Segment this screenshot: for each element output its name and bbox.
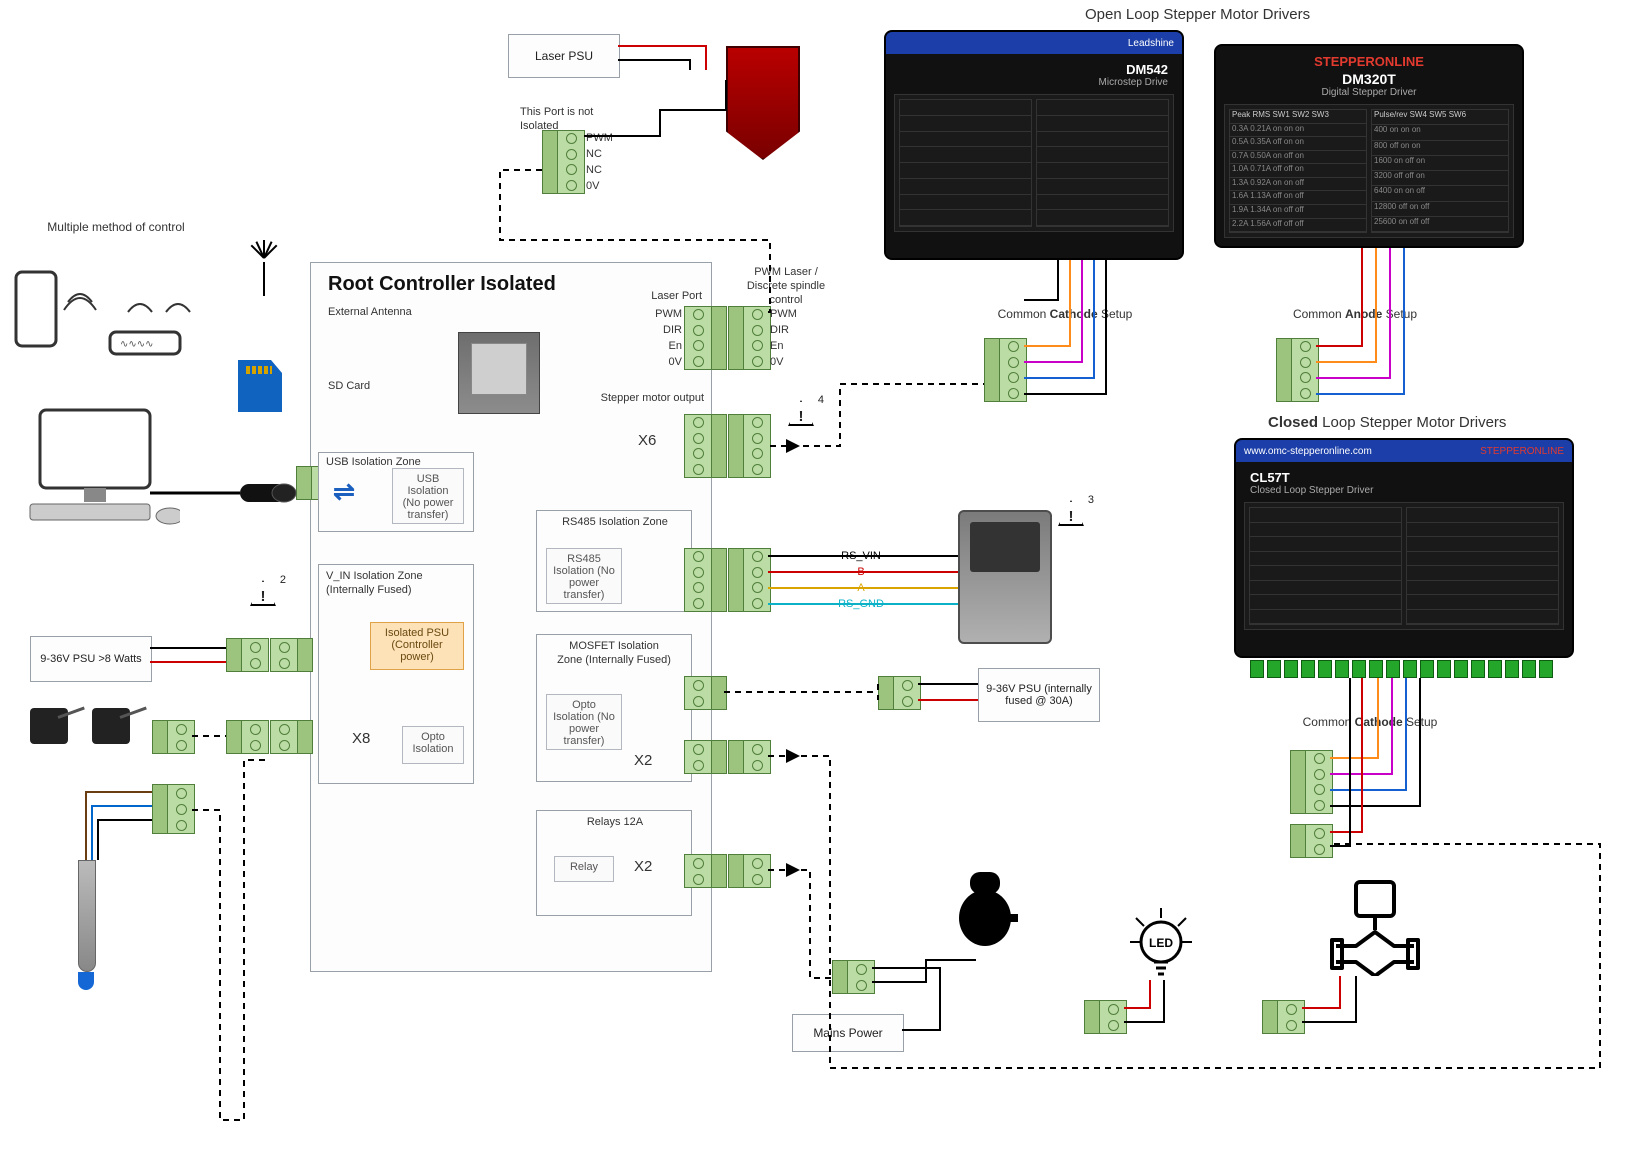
relay-box: Relay — [554, 856, 614, 882]
inputs-mult: X8 — [352, 730, 370, 749]
anode-label: Common Anode Setup — [1265, 307, 1445, 322]
usb-cable-icon — [150, 480, 310, 510]
multi-control-label: Multiple method of control — [46, 220, 186, 235]
laser-side-conn — [728, 306, 771, 370]
pump-icon — [950, 868, 1020, 952]
laser-ctrl-pins-left: PWMDIREn0V — [616, 306, 682, 370]
warn-4: 4 — [788, 400, 814, 426]
stepper-mult: X6 — [638, 432, 656, 451]
phone-router-icon: ∿∿∿∿ — [10, 262, 210, 382]
rs485-title: RS485 Isolation Zone — [560, 516, 670, 530]
vin-opto-box: Opto Isolation — [402, 726, 464, 764]
warn-2: 2 — [250, 580, 276, 606]
closed-loop-heading: Closed Loop Stepper Motor Drivers — [1268, 414, 1506, 433]
mains-box: Mains Power — [792, 1014, 904, 1052]
computer-icon — [20, 400, 180, 540]
laser-port-right-conn — [684, 306, 727, 370]
relay-load1-conn — [832, 960, 875, 994]
ctrl-psu-box: 9-36V PSU >8 Watts — [30, 636, 152, 682]
mosfet-psu-conn — [878, 676, 921, 710]
cathode-label-2: Common Cathode Setup — [1280, 715, 1460, 730]
rs485-ctrl-conn — [684, 548, 727, 612]
open-loop-heading: Open Loop Stepper Motor Drivers — [1085, 6, 1310, 25]
warn-3: 3 — [1058, 500, 1084, 526]
relay-ext-conn — [728, 854, 771, 888]
laser-port-pins: PWMNCNC0V — [586, 130, 613, 194]
limit-switch-1-icon — [30, 708, 68, 744]
laser-port-label: Laser Port — [632, 290, 702, 304]
antenna-icon — [244, 236, 284, 296]
stepper-out-label: Stepper motor output — [600, 392, 704, 406]
svg-text:∿∿∿∿: ∿∿∿∿ — [120, 339, 154, 350]
usb-iso-box: USB Isolation (No power transfer) — [392, 468, 464, 524]
relay-load-led-conn — [1084, 1000, 1127, 1034]
relay-ctrl-conn — [684, 854, 727, 888]
input-ctrl-conn — [270, 720, 313, 754]
dm320t-sig-conn — [1276, 338, 1319, 402]
mosfet-out-ext-conn — [728, 740, 771, 774]
prox-ext-conn — [152, 784, 195, 834]
stepper-ext-conn — [728, 414, 771, 478]
laser-module-icon — [726, 46, 800, 160]
mosfet-mult: X2 — [634, 752, 652, 771]
laser-psu-box: Laser PSU — [508, 34, 620, 78]
rs485-pins: RS_VINBARS_GND — [776, 548, 946, 612]
dm542-driver: Leadshine DM542 Microstep Drive — [884, 30, 1184, 260]
cl57t-terminals — [1250, 660, 1553, 678]
relay-mult: X2 — [634, 858, 652, 877]
valve-icon — [1330, 876, 1420, 976]
mosfet-vin-ctrl-conn — [684, 676, 727, 710]
vfd-icon — [958, 510, 1052, 644]
cl57t-sig-conn — [1290, 750, 1333, 814]
rs485-ext-conn — [728, 548, 771, 612]
vin-ext-conn — [226, 638, 269, 672]
vin-zone-title: V_IN Isolation Zone (Internally Fused) — [326, 570, 446, 598]
stepper-ctrl-conn — [684, 414, 727, 478]
mosfet-opto-box: Opto Isolation (No power transfer) — [546, 694, 622, 750]
prox-sensor-icon — [72, 820, 100, 990]
mosfet-title: MOSFET Isolation Zone (Internally Fused) — [556, 640, 672, 668]
cl57t-driver: www.omc-stepperonline.comSTEPPERONLINE C… — [1234, 438, 1574, 658]
esp32-module-icon — [458, 332, 540, 414]
relay-load-valve-conn — [1262, 1000, 1305, 1034]
relay-title: Relays 12A — [572, 816, 658, 830]
input-ext-conn — [226, 720, 269, 754]
usb-icon: ⇌ — [322, 474, 366, 508]
cl57t-pwr-conn — [1290, 824, 1333, 858]
dm542-sig-conn — [984, 338, 1027, 402]
mosfet-out-ctrl-conn — [684, 740, 727, 774]
sd-card-icon — [238, 360, 282, 412]
rs485-iso-box: RS485 Isolation (No power transfer) — [546, 548, 622, 604]
laser-side-title: PWM Laser / Discrete spindle control — [736, 266, 836, 307]
ext-antenna-label: External Antenna — [328, 306, 412, 320]
iso-psu-box: Isolated PSU (Controller power) — [370, 622, 464, 670]
laser-port-conn — [542, 130, 585, 194]
led-icon: LED — [1126, 904, 1196, 982]
svg-text:LED: LED — [1149, 936, 1173, 950]
dm320t-driver: STEPPERONLINE DM320T Digital Stepper Dri… — [1214, 44, 1524, 248]
vin-ctrl-conn — [270, 638, 313, 672]
mosfet-psu-box: 9-36V PSU (internally fused @ 30A) — [978, 668, 1100, 722]
cathode-label-1: Common Cathode Setup — [975, 307, 1155, 322]
sd-card-label: SD Card — [328, 380, 370, 394]
limit-switch-2-icon — [92, 708, 130, 744]
laser-side-pins: PWMDIREn0V — [770, 306, 797, 370]
root-controller-title: Root Controller Isolated — [328, 272, 556, 297]
limit-ext-conn — [152, 720, 195, 754]
